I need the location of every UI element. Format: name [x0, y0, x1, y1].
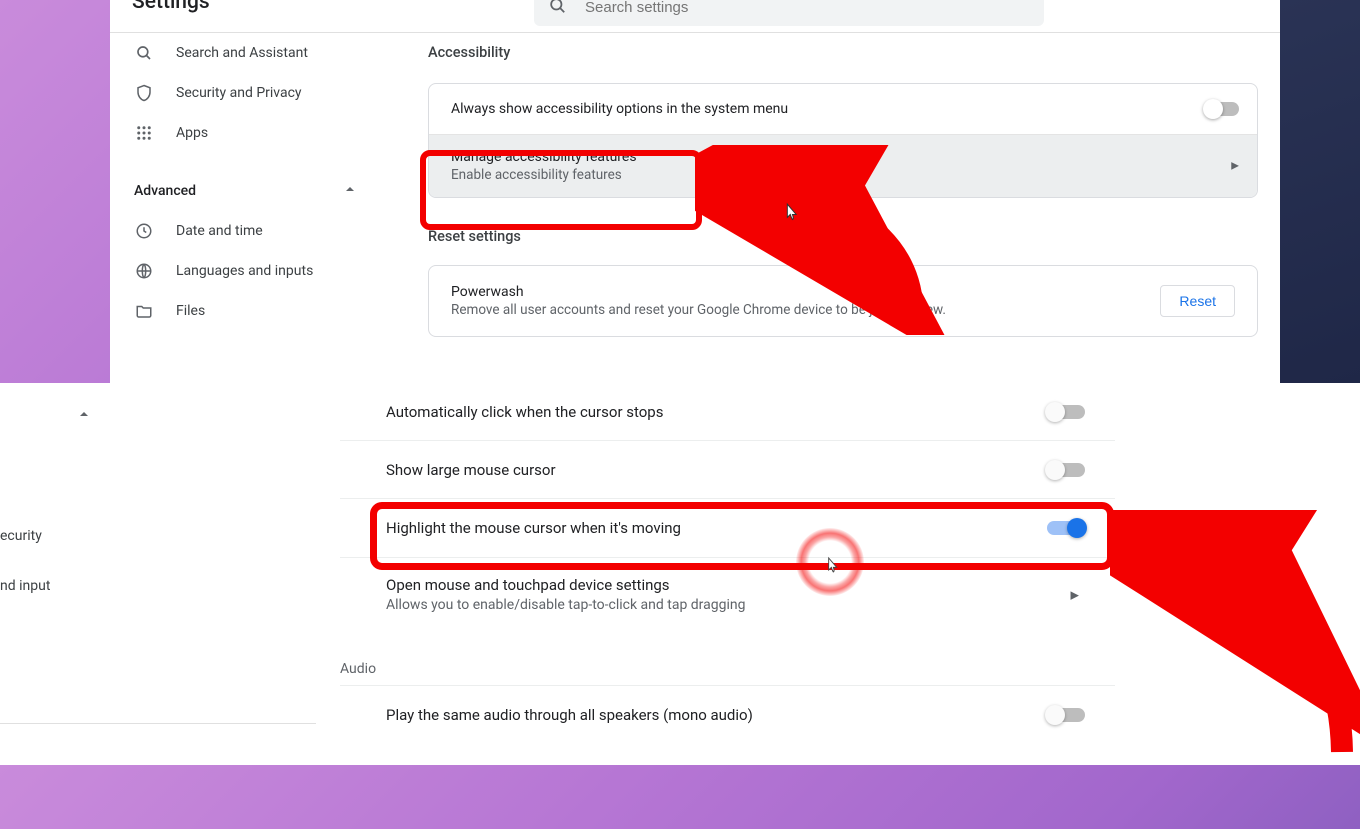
- partial-sidebar: ecurity nd input: [0, 383, 316, 765]
- sidebar-item-label: Security and Privacy: [176, 85, 302, 101]
- row-label: Always show accessibility options in the…: [451, 101, 788, 117]
- powerwash-label: Powerwash: [451, 284, 946, 300]
- globe-icon: [134, 262, 154, 280]
- chevron-up-icon: [78, 405, 90, 424]
- sidebar-item-search-assistant[interactable]: Search and Assistant: [110, 33, 366, 73]
- reset-button[interactable]: Reset: [1160, 285, 1235, 317]
- sidebar-item-label: Search and Assistant: [176, 45, 308, 61]
- always-show-accessibility-row[interactable]: Always show accessibility options in the…: [429, 84, 1257, 134]
- sidebar-item-label: Date and time: [176, 223, 263, 239]
- clock-icon: [134, 222, 154, 240]
- row-label: Show large mouse cursor: [386, 461, 556, 479]
- sidebar-item-label: Files: [176, 303, 205, 319]
- audio-section-title: Audio: [340, 631, 1115, 685]
- search-bar[interactable]: [534, 0, 1044, 26]
- large-cursor-row[interactable]: Show large mouse cursor: [340, 441, 1115, 499]
- pointer-cursor-icon: [824, 556, 840, 581]
- sidebar-item-files[interactable]: Files: [110, 291, 366, 331]
- reset-section-title: Reset settings: [428, 228, 1258, 245]
- shield-icon: [134, 84, 154, 102]
- advanced-label: Advanced: [134, 183, 196, 199]
- folder-icon: [134, 302, 154, 320]
- sidebar-item-partial[interactable]: [0, 473, 316, 515]
- apps-grid-icon: [134, 124, 154, 142]
- settings-sidebar: Search and Assistant Security and Privac…: [110, 33, 366, 331]
- desktop-background-right: [1278, 0, 1360, 383]
- chevron-right-icon: ▶: [1231, 161, 1239, 172]
- mono-audio-row[interactable]: Play the same audio through all speakers…: [340, 685, 1115, 743]
- sidebar-item-partial-input[interactable]: nd input: [0, 565, 316, 607]
- search-icon: [134, 44, 154, 62]
- sidebar-item-security-privacy[interactable]: Security and Privacy: [110, 73, 366, 113]
- search-input[interactable]: [585, 0, 1030, 16]
- sidebar-item-label: Apps: [176, 125, 208, 141]
- chevron-up-icon: [344, 183, 356, 199]
- settings-window-top: Settings Search and Assistant Security a…: [110, 0, 1280, 383]
- annotation-highlight-box-top: [420, 150, 702, 230]
- reset-card: Powerwash Remove all user accounts and r…: [428, 265, 1258, 337]
- sidebar-item-date-time[interactable]: Date and time: [110, 211, 366, 251]
- pointer-cursor-icon: [782, 202, 800, 229]
- row-label: Automatically click when the cursor stop…: [386, 403, 663, 421]
- sidebar-item-languages[interactable]: Languages and inputs: [110, 251, 366, 291]
- page-title: Settings: [132, 0, 210, 14]
- auto-click-row[interactable]: Automatically click when the cursor stop…: [340, 383, 1115, 441]
- accessibility-section-title: Accessibility: [428, 44, 1258, 61]
- sidebar-item-partial[interactable]: [0, 787, 316, 829]
- sidebar-item-label: Languages and inputs: [176, 263, 313, 279]
- settings-window-bottom: ecurity nd input Automatically click whe…: [0, 383, 1360, 765]
- always-show-toggle[interactable]: [1205, 102, 1239, 116]
- row-sublabel: Allows you to enable/disable tap-to-clic…: [386, 597, 745, 613]
- powerwash-desc: Remove all user accounts and reset your …: [451, 302, 946, 318]
- auto-click-toggle[interactable]: [1047, 405, 1085, 419]
- sidebar-item-partial[interactable]: [0, 615, 316, 657]
- sidebar-advanced-toggle[interactable]: Advanced: [110, 171, 366, 211]
- row-label: Open mouse and touchpad device settings: [386, 576, 670, 594]
- mono-audio-toggle[interactable]: [1047, 708, 1085, 722]
- search-icon: [548, 0, 567, 19]
- large-cursor-toggle[interactable]: [1047, 463, 1085, 477]
- sidebar-item-apps[interactable]: Apps: [110, 113, 366, 153]
- sidebar-item-partial-security[interactable]: ecurity: [0, 515, 316, 557]
- row-label: Play the same audio through all speakers…: [386, 706, 753, 724]
- chevron-right-icon: ▶: [1071, 588, 1079, 601]
- annotation-highlight-box-bottom: [370, 502, 1114, 570]
- powerwash-row: Powerwash Remove all user accounts and r…: [429, 266, 1257, 336]
